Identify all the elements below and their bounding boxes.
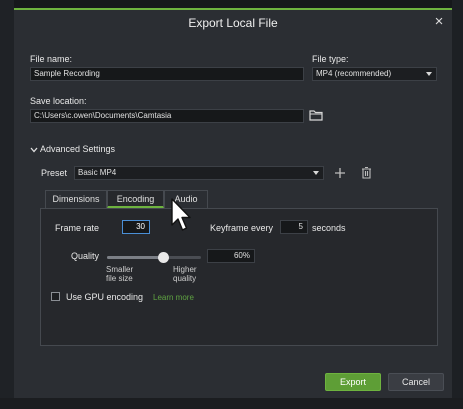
quality-slider-fill <box>107 256 164 259</box>
background-left <box>0 0 14 409</box>
save-location-label: Save location: <box>30 96 87 106</box>
mouse-pointer-icon <box>171 198 191 231</box>
advanced-settings-toggle[interactable]: Advanced Settings <box>40 144 115 154</box>
chevron-down-icon[interactable] <box>30 146 38 154</box>
folder-icon[interactable] <box>309 109 323 121</box>
file-type-label: File type: <box>312 54 349 64</box>
keyframe-label: Keyframe every <box>210 223 274 233</box>
quality-slider[interactable] <box>107 252 201 263</box>
background-bottom <box>0 398 463 409</box>
quality-max-label-2: quality <box>173 274 197 283</box>
export-dialog: Export Local File × File name: Sample Re… <box>14 8 452 398</box>
trash-icon[interactable] <box>361 166 372 179</box>
quality-label: Quality <box>71 251 100 261</box>
frame-rate-input[interactable]: 30 <box>122 220 150 234</box>
learn-more-link[interactable]: Learn more <box>153 293 194 302</box>
preset-select[interactable]: Basic MP4 <box>74 166 324 180</box>
preset-value: Basic MP4 <box>78 168 117 177</box>
quality-value-field[interactable]: 60% <box>207 249 255 263</box>
gpu-encoding-label[interactable]: Use GPU encoding <box>66 292 143 302</box>
quality-min-label-1: Smaller <box>106 265 134 274</box>
quality-max-label-1: Higher <box>173 265 197 274</box>
gpu-encoding-checkbox[interactable] <box>51 292 60 301</box>
tab-dimensions[interactable]: Dimensions <box>45 190 107 208</box>
file-name-input[interactable]: Sample Recording <box>30 67 304 81</box>
dialog-titlebar: Export Local File × <box>14 10 452 37</box>
close-icon[interactable]: × <box>431 14 447 30</box>
quality-min-label-2: file size <box>106 274 133 283</box>
tab-encoding[interactable]: Encoding <box>107 190 164 208</box>
chevron-down-icon <box>426 72 432 76</box>
background-right <box>452 0 463 409</box>
frame-rate-label: Frame rate <box>55 223 100 233</box>
cancel-button[interactable]: Cancel <box>388 373 444 391</box>
save-location-input[interactable]: C:\Users\c.owen\Documents\Camtasia <box>30 109 304 123</box>
keyframe-input[interactable]: 5 <box>280 220 308 234</box>
file-type-value: MP4 (recommended) <box>316 69 392 78</box>
file-name-label: File name: <box>30 54 73 64</box>
export-button[interactable]: Export <box>325 373 381 391</box>
keyframe-unit: seconds <box>312 223 346 233</box>
dialog-title: Export Local File <box>188 16 278 30</box>
plus-icon[interactable] <box>334 167 346 179</box>
chevron-down-icon <box>313 171 319 175</box>
file-type-select[interactable]: MP4 (recommended) <box>312 67 437 81</box>
preset-label: Preset <box>41 168 68 178</box>
